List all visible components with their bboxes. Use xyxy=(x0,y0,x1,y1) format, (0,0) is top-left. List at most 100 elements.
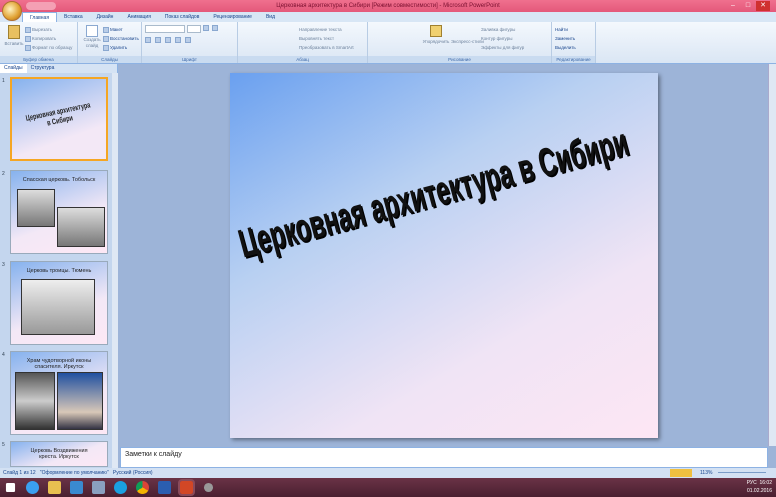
slide-number: 2 xyxy=(2,171,5,177)
tab-slideshow[interactable]: Показ слайдов xyxy=(158,12,206,22)
windows-start-icon[interactable] xyxy=(5,482,16,493)
shrink-font-icon[interactable] xyxy=(212,25,218,31)
arrange-label: Упорядочить xyxy=(422,39,450,44)
slide-canvas[interactable]: Церковная архитектура в Сибири xyxy=(230,73,658,438)
arrange-button[interactable]: Упорядочить xyxy=(421,25,451,46)
file-explorer-icon[interactable] xyxy=(48,481,61,494)
tab-insert[interactable]: Вставка xyxy=(57,12,90,22)
minimize-button[interactable]: – xyxy=(726,1,740,11)
slides-panel-scrollbar[interactable] xyxy=(112,73,118,468)
bold-icon[interactable] xyxy=(145,37,151,43)
view-buttons[interactable] xyxy=(670,469,692,477)
clock-time[interactable]: 16:02 xyxy=(759,480,772,486)
tab-design[interactable]: Дизайн xyxy=(90,12,121,22)
tab-review[interactable]: Рецензирование xyxy=(206,12,259,22)
quick-styles-button[interactable]: Экспресс-стили xyxy=(451,25,484,46)
grow-font-icon[interactable] xyxy=(203,25,209,31)
tab-animation[interactable]: Анимация xyxy=(120,12,157,22)
church-photo xyxy=(21,279,95,335)
scissors-icon xyxy=(25,26,31,33)
arrange-icon xyxy=(430,25,442,37)
office-button[interactable] xyxy=(2,1,22,21)
italic-icon[interactable] xyxy=(155,37,161,43)
zoom-level[interactable]: 113% xyxy=(700,468,712,478)
ribbon: Вставить Вырезать Копировать Формат по о… xyxy=(0,22,776,64)
paste-icon xyxy=(8,25,20,39)
find-button[interactable]: Найти xyxy=(555,25,592,34)
font-family-select[interactable] xyxy=(145,25,185,33)
align-text-button[interactable]: Выровнять текст xyxy=(241,34,364,43)
slide-thumbnail-4[interactable]: Храм чудотворной иконы спасителя. Иркутс… xyxy=(10,351,108,435)
slide-title[interactable]: Церковная архитектура в Сибири xyxy=(234,120,633,267)
word-icon[interactable] xyxy=(158,481,171,494)
slide-number: 5 xyxy=(2,442,5,448)
title-bar: Церковная архитектура в Сибири [Режим со… xyxy=(0,0,776,12)
strikethrough-icon[interactable] xyxy=(175,37,181,43)
slide-thumbnail-5[interactable]: Церковь Воздвижения креста. Иркутск xyxy=(10,441,108,467)
slide-thumbnail-2[interactable]: Спасская церковь. Тобольск xyxy=(10,170,108,254)
clock-date[interactable]: 01.02.2016 xyxy=(747,488,772,494)
smartart-button[interactable]: Преобразовать в SmartArt xyxy=(241,43,364,52)
text-direction-button[interactable]: Направление текста xyxy=(241,25,364,34)
quick-access-toolbar[interactable] xyxy=(26,2,56,10)
ribbon-tabs: Главная Вставка Дизайн Анимация Показ сл… xyxy=(0,12,776,22)
skype-icon[interactable] xyxy=(114,481,127,494)
language: Русский (Россия) xyxy=(112,470,153,476)
slides-panel: Слайды Структура 1 Церковная архитектура … xyxy=(0,64,118,468)
slide-number: 4 xyxy=(2,352,5,358)
brush-icon xyxy=(25,44,31,51)
font-size-select[interactable] xyxy=(187,25,201,33)
thumb-title: Церковь Воздвижения креста. Иркутск xyxy=(30,448,88,460)
slide-number: 1 xyxy=(2,78,5,84)
chrome-icon[interactable] xyxy=(136,481,149,494)
document-icon[interactable] xyxy=(92,481,105,494)
app-icon[interactable] xyxy=(70,481,83,494)
thumb-title: Церковная архитектура в Сибири xyxy=(24,100,92,128)
maximize-button[interactable]: □ xyxy=(741,1,755,11)
shapes-gallery[interactable] xyxy=(371,25,421,53)
layout-label: Макет xyxy=(110,27,123,32)
reset-icon xyxy=(103,35,109,42)
powerpoint-icon[interactable] xyxy=(178,479,195,496)
thumb-title: Спасская церковь. Тобольск xyxy=(22,177,96,183)
replace-button[interactable]: Заменить xyxy=(555,34,592,43)
shadow-icon[interactable] xyxy=(185,37,191,43)
tab-slides[interactable]: Слайды xyxy=(0,64,27,73)
tab-home[interactable]: Главная xyxy=(22,12,58,22)
slide-thumbnail-1[interactable]: Церковная архитектура в Сибири xyxy=(10,77,108,161)
app-icon[interactable] xyxy=(203,482,214,493)
drawing-label: Рисование xyxy=(368,56,551,63)
tab-outline[interactable]: Структура xyxy=(27,64,59,73)
zoom-slider[interactable] xyxy=(718,472,766,473)
slides-group: Создать слайд Макет Восстановить Удалить… xyxy=(78,22,142,63)
system-tray: РУС 16:02 01.02.2016 xyxy=(747,479,772,495)
shape-effects-button[interactable]: Эффекты для фигур xyxy=(481,43,524,52)
window-title: Церковная архитектура в Сибири [Режим со… xyxy=(276,3,500,9)
shape-outline-button[interactable]: Контур фигуры xyxy=(481,34,524,43)
theme-name: "Оформление по умолчанию" xyxy=(39,470,109,476)
close-button[interactable]: ✕ xyxy=(756,1,770,11)
shape-fill-button[interactable]: Заливка фигуры xyxy=(481,25,524,34)
font-label: Шрифт xyxy=(142,56,237,63)
church-photo xyxy=(15,372,55,430)
slide-count: Слайд 1 из 12 xyxy=(3,470,36,476)
tab-view[interactable]: Вид xyxy=(259,12,282,22)
underline-icon[interactable] xyxy=(165,37,171,43)
copy-label: Копировать xyxy=(32,36,57,41)
input-language[interactable]: РУС xyxy=(747,480,757,486)
thumb-title: Церковь троицы. Тюмень xyxy=(26,268,92,274)
select-button[interactable]: Выделить xyxy=(555,43,592,52)
notes-input[interactable]: Заметки к слайду xyxy=(120,447,768,468)
church-photo xyxy=(17,189,55,227)
new-slide-button[interactable]: Создать слайд xyxy=(81,25,103,49)
editing-group: Найти Заменить Выделить Редактирование xyxy=(552,22,596,63)
internet-explorer-icon[interactable] xyxy=(26,481,39,494)
delete-label: Удалить xyxy=(110,45,128,50)
paste-button[interactable]: Вставить xyxy=(3,25,25,48)
copy-icon xyxy=(25,35,31,42)
slide-thumbnail-3[interactable]: Церковь троицы. Тюмень xyxy=(10,261,108,345)
cut-label: Вырезать xyxy=(32,27,53,32)
slide-number: 3 xyxy=(2,262,5,268)
vertical-scrollbar[interactable] xyxy=(768,64,776,446)
font-group: Шрифт xyxy=(142,22,238,63)
